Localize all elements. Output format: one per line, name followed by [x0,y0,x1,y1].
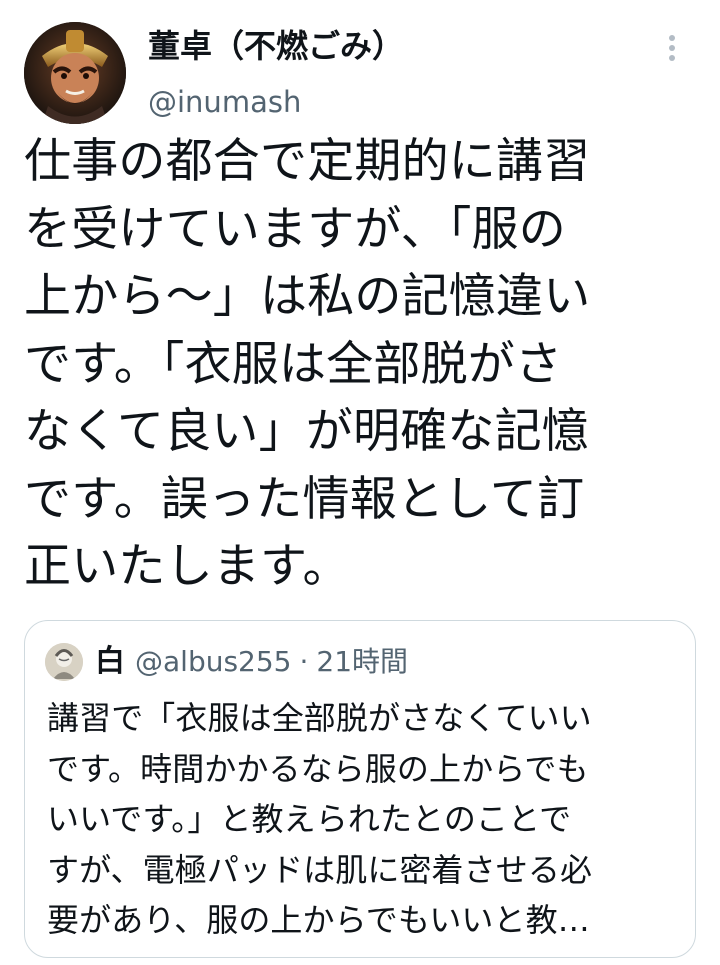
more-options-button[interactable] [654,30,690,66]
author-avatar[interactable] [24,22,126,124]
author-handle[interactable]: @inumash [148,84,632,120]
avatar-image [24,22,126,124]
quoted-meta-separator: · [299,645,309,678]
quoted-author-avatar[interactable] [45,643,83,681]
quoted-author-display-name[interactable]: 白 [95,643,125,681]
quoted-author-handle[interactable]: @albus255 [135,643,292,681]
author-display-name[interactable]: 董卓（不燃ごみ） [148,26,632,66]
more-vertical-icon [669,35,675,61]
quoted-avatar-image [45,643,83,681]
quoted-tweet-text: 講習で「衣服は全部脱がさなくていい です。時間かかるなら服の上からでも いいです… [47,699,593,939]
quoted-tweet-time[interactable]: 21時間 [316,643,408,681]
tweet-body-text: 仕事の都合で定期的に講習 を受けていますが、「服の 上から〜」は私の記憶違い で… [24,134,591,594]
author-info: 董卓（不燃ごみ） @inumash [148,22,632,120]
tweet-header: 董卓（不燃ごみ） @inumash [24,22,696,126]
quoted-tweet-header: 白 @albus255 · 21時間 [45,641,408,683]
quoted-tweet[interactable]: 白 @albus255 · 21時間 講習で「衣服は全部脱がさなくていい です。… [24,620,696,958]
tweet-card: 董卓（不燃ごみ） @inumash 仕事の都合で定期的に講習 を受けていますが、… [0,0,720,965]
